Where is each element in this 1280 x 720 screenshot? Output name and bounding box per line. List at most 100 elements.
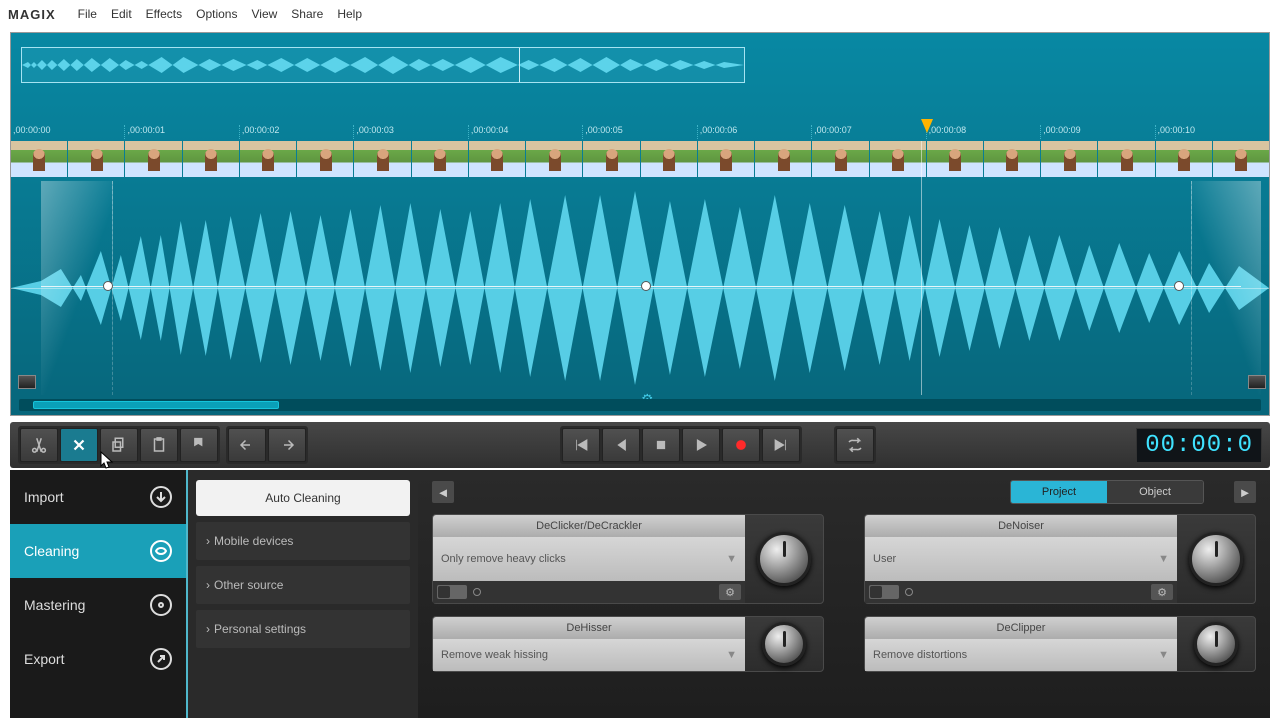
copy-button[interactable] xyxy=(100,428,138,462)
overview-selection[interactable] xyxy=(21,47,745,83)
effect-settings-button[interactable]: ⚙ xyxy=(1151,584,1173,600)
effect-preset-dropdown[interactable]: User ▼ xyxy=(865,537,1177,581)
video-thumb[interactable] xyxy=(526,141,582,177)
sidebar-item-import[interactable]: Import xyxy=(10,470,186,524)
playhead-line[interactable] xyxy=(921,141,922,395)
effects-grid: DeClicker/DeCrackler Only remove heavy c… xyxy=(432,514,1256,672)
fade-in-region[interactable] xyxy=(41,181,113,395)
overview-strip[interactable] xyxy=(21,41,1259,95)
fade-out-handle[interactable] xyxy=(1248,375,1266,389)
video-thumb-strip[interactable] xyxy=(11,141,1269,177)
video-thumb[interactable] xyxy=(812,141,868,177)
video-thumb[interactable] xyxy=(984,141,1040,177)
auto-cleaning-button[interactable]: Auto Cleaning xyxy=(196,480,410,516)
sidebar-item-export[interactable]: Export xyxy=(10,632,186,686)
stop-button[interactable] xyxy=(642,428,680,462)
effect-knob[interactable] xyxy=(1177,617,1255,671)
effect-preset-dropdown[interactable]: Remove weak hissing ▼ xyxy=(433,639,745,671)
undo-button[interactable] xyxy=(228,428,266,462)
menu-options[interactable]: Options xyxy=(196,7,237,21)
overview-playhead[interactable] xyxy=(519,48,520,82)
sublist-label: Other source xyxy=(214,578,283,592)
fade-out-region[interactable] xyxy=(1191,181,1261,395)
record-button[interactable] xyxy=(722,428,760,462)
video-thumb[interactable] xyxy=(412,141,468,177)
video-thumb[interactable] xyxy=(240,141,296,177)
video-thumb[interactable] xyxy=(755,141,811,177)
effect-knob[interactable] xyxy=(745,617,823,671)
fade-in-handle[interactable] xyxy=(18,375,36,389)
scrollbar-thumb[interactable] xyxy=(33,401,279,409)
effect-title: DeHisser xyxy=(433,617,745,639)
main-waveform[interactable] xyxy=(11,181,1269,395)
effect-toggle[interactable] xyxy=(437,585,467,599)
marker-button[interactable] xyxy=(180,428,218,462)
video-thumb[interactable] xyxy=(183,141,239,177)
video-thumb[interactable] xyxy=(1213,141,1269,177)
ruler-tick: ,00:00:00 xyxy=(11,125,124,139)
bottom-panel: Import Cleaning Mastering Export Auto Cl… xyxy=(10,470,1270,718)
effect-preset-dropdown[interactable]: Remove distortions ▼ xyxy=(865,639,1177,671)
effect-preset-dropdown[interactable]: Only remove heavy clicks ▼ xyxy=(433,537,745,581)
video-thumb[interactable] xyxy=(641,141,697,177)
prev-button[interactable] xyxy=(602,428,640,462)
video-thumb[interactable] xyxy=(469,141,525,177)
tab-project[interactable]: Project xyxy=(1011,481,1107,503)
volume-handle[interactable] xyxy=(641,281,651,291)
redo-button[interactable] xyxy=(268,428,306,462)
volume-handle[interactable] xyxy=(1174,281,1184,291)
menu-effects[interactable]: Effects xyxy=(146,7,182,21)
volume-handle[interactable] xyxy=(103,281,113,291)
video-thumb[interactable] xyxy=(583,141,639,177)
split-button[interactable] xyxy=(60,428,98,462)
sublist-personal-settings[interactable]: ›Personal settings xyxy=(196,610,410,648)
timeline-scrollbar[interactable] xyxy=(19,399,1261,411)
cut-button[interactable] xyxy=(20,428,58,462)
sublist-label: Mobile devices xyxy=(214,534,293,548)
waveform-area: ,00:00:00 ,00:00:01 ,00:00:02 ,00:00:03 … xyxy=(10,32,1270,416)
tab-object[interactable]: Object xyxy=(1107,481,1203,503)
menu-file[interactable]: File xyxy=(78,7,97,21)
time-ruler[interactable]: ,00:00:00 ,00:00:01 ,00:00:02 ,00:00:03 … xyxy=(11,125,1269,139)
menu-help[interactable]: Help xyxy=(337,7,362,21)
video-thumb[interactable] xyxy=(68,141,124,177)
video-thumb[interactable] xyxy=(354,141,410,177)
effect-knob[interactable] xyxy=(745,515,823,603)
menu-share[interactable]: Share xyxy=(291,7,323,21)
video-thumb[interactable] xyxy=(698,141,754,177)
export-icon xyxy=(150,648,172,670)
effects-next-button[interactable]: ► xyxy=(1234,481,1256,503)
skip-end-button[interactable] xyxy=(762,428,800,462)
sublist-label: Personal settings xyxy=(214,622,306,636)
menu-edit[interactable]: Edit xyxy=(111,7,132,21)
sublist-mobile-devices[interactable]: ›Mobile devices xyxy=(196,522,410,560)
video-thumb[interactable] xyxy=(1041,141,1097,177)
effects-prev-button[interactable]: ◄ xyxy=(432,481,454,503)
sidebar-item-label: Import xyxy=(24,489,64,505)
sublist-other-source[interactable]: ›Other source xyxy=(196,566,410,604)
video-thumb[interactable] xyxy=(1156,141,1212,177)
effect-settings-button[interactable]: ⚙ xyxy=(719,584,741,600)
effect-knob[interactable] xyxy=(1177,515,1255,603)
sidebar-item-cleaning[interactable]: Cleaning xyxy=(10,524,186,578)
effect-toggle[interactable] xyxy=(869,585,899,599)
effects-header: ◄ Project Object ► xyxy=(432,480,1256,504)
sidebar-item-label: Cleaning xyxy=(24,543,79,559)
menu-view[interactable]: View xyxy=(251,7,277,21)
ruler-tick: ,00:00:10 xyxy=(1155,125,1269,139)
video-thumb[interactable] xyxy=(1098,141,1154,177)
sidebar-item-mastering[interactable]: Mastering xyxy=(10,578,186,632)
skip-start-button[interactable] xyxy=(562,428,600,462)
video-thumb[interactable] xyxy=(870,141,926,177)
effect-title: DeNoiser xyxy=(865,515,1177,537)
effect-preset-label: Remove weak hissing xyxy=(441,649,548,661)
video-thumb[interactable] xyxy=(125,141,181,177)
sidebar-item-label: Export xyxy=(24,651,64,667)
play-button[interactable] xyxy=(682,428,720,462)
loop-button[interactable] xyxy=(836,428,874,462)
cleaning-icon xyxy=(150,540,172,562)
video-thumb[interactable] xyxy=(297,141,353,177)
video-thumb[interactable] xyxy=(11,141,67,177)
paste-button[interactable] xyxy=(140,428,178,462)
video-thumb[interactable] xyxy=(927,141,983,177)
